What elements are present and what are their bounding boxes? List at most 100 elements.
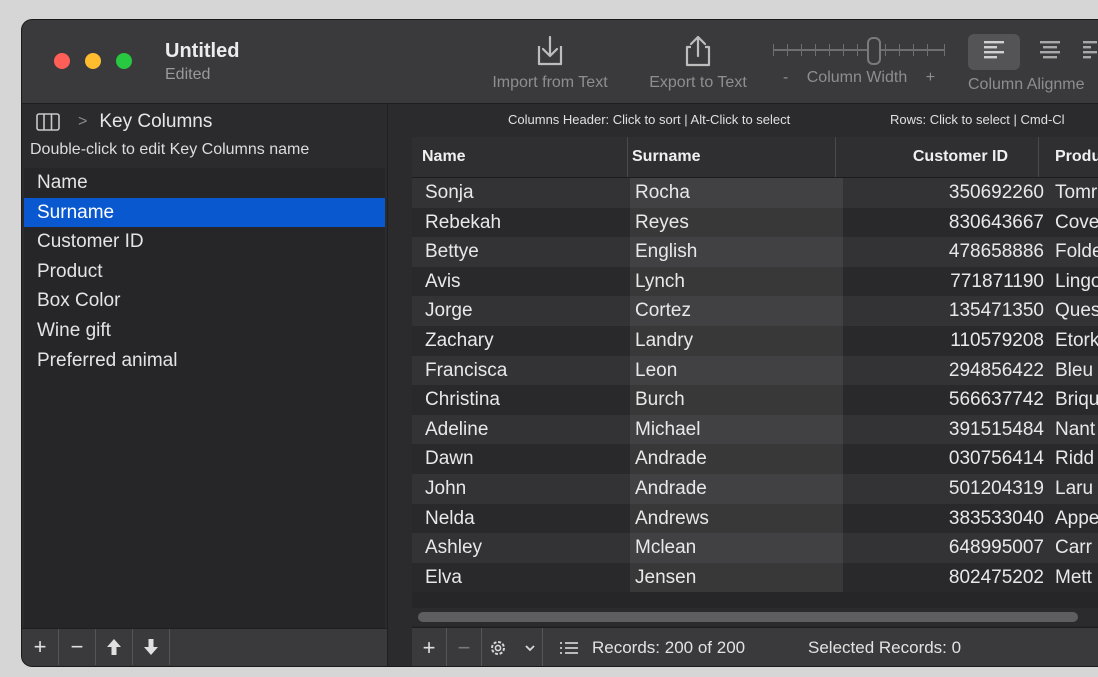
table-row[interactable]: Zachary Landry 110579208 Etork	[412, 325, 1098, 356]
cell-name: Bettye	[425, 241, 479, 263]
sidebar-hint: Double-click to edit Key Columns name	[30, 141, 310, 158]
cell-customer-id: 648995007	[948, 537, 1044, 559]
arrow-up-icon	[107, 639, 121, 655]
selected-records-count: Selected Records: 0	[808, 638, 962, 657]
table-row[interactable]: Christina Burch 566637742 Briqu	[412, 385, 1098, 415]
table-row[interactable]: Nelda Andrews 383533040 Appe	[412, 503, 1098, 534]
zoom-window-button[interactable]	[116, 53, 132, 69]
document-status: Edited	[165, 66, 211, 83]
table-row[interactable]: Sonja Rocha 350692260 Tomr	[412, 178, 1098, 208]
cell-product: Appe	[1055, 507, 1098, 529]
cell-name: John	[425, 477, 467, 499]
column-width-slider[interactable]	[773, 34, 945, 65]
add-record-button[interactable]: +	[412, 628, 447, 666]
table-row[interactable]: Ashley Mclean 648995007 Carr	[412, 533, 1098, 563]
key-column-item-selected[interactable]: Surname	[24, 197, 385, 228]
cell-name: Sonja	[425, 182, 474, 203]
gear-icon	[491, 640, 505, 655]
cell-product: Carr	[1055, 537, 1092, 559]
align-center-button[interactable]	[1024, 34, 1076, 70]
close-window-button[interactable]	[54, 53, 70, 69]
cell-customer-id: 383533040	[948, 507, 1044, 529]
minimize-window-button[interactable]	[85, 53, 101, 69]
cell-surname: Lynch	[630, 266, 843, 297]
key-column-item[interactable]: Name	[24, 168, 385, 198]
cell-surname: Rocha	[630, 178, 843, 208]
breadcrumb: > Key Columns	[36, 108, 212, 136]
cell-surname: Jensen	[630, 562, 843, 593]
cell-surname: English	[630, 237, 843, 267]
table-row[interactable]: Jorge Cortez 135471350 Ques	[412, 296, 1098, 326]
cell-customer-id: 294856422	[948, 359, 1044, 381]
cell-name: Elva	[425, 566, 462, 588]
cell-name: Dawn	[425, 448, 474, 470]
align-left-button[interactable]	[968, 34, 1020, 70]
horizontal-scrollbar[interactable]	[412, 608, 1098, 626]
table-row[interactable]: Rebekah Reyes 830643667 Cove	[412, 207, 1098, 238]
column-width-increase[interactable]: +	[926, 69, 935, 86]
cell-name: Ashley	[425, 537, 483, 559]
column-header-surname[interactable]: Surname	[630, 137, 836, 177]
align-right-button[interactable]	[1080, 34, 1098, 70]
column-header-name[interactable]: Name	[412, 137, 628, 177]
cell-surname: Leon	[630, 355, 843, 386]
cell-name: Francisca	[425, 359, 508, 381]
table-row[interactable]: Adeline Michael 391515484 Nant	[412, 414, 1098, 445]
export-label: Export to Text	[649, 74, 747, 91]
key-column-item[interactable]: Customer ID	[24, 227, 385, 257]
table-row[interactable]: John Andrade 501204319 Laru	[412, 473, 1098, 504]
cell-customer-id: 110579208	[950, 329, 1044, 351]
settings-menu-button[interactable]	[482, 628, 543, 666]
table-row[interactable]: Bettye English 478658886 Folde	[412, 237, 1098, 267]
cell-product: Cove	[1055, 211, 1098, 233]
cell-product: Tomr	[1055, 182, 1098, 203]
table-row[interactable]: Francisca Leon 294856422 Bleu	[412, 355, 1098, 386]
table-row[interactable]: Elva Jensen 802475202 Mett	[412, 562, 1098, 593]
export-icon	[685, 35, 711, 67]
remove-record-button[interactable]: −	[447, 628, 482, 666]
column-width-decrease[interactable]: -	[783, 69, 788, 86]
column-alignment-label: Column Alignme	[968, 76, 1085, 93]
cell-customer-id: 830643667	[948, 211, 1044, 233]
info-bar: Columns Header: Click to sort | Alt-Clic…	[388, 104, 1098, 136]
document-title: Untitled	[165, 40, 240, 62]
list-icon	[560, 642, 578, 654]
column-header-customer-id[interactable]: Customer ID	[838, 137, 1039, 177]
key-column-item[interactable]: Wine gift	[24, 316, 385, 346]
table-body: Sonja Rocha 350692260 Tomr Rebekah Reyes 83064…	[412, 178, 1098, 593]
columns-header-hint: Columns Header: Click to sort | Alt-Clic…	[508, 112, 791, 127]
cell-customer-id: 135471350	[948, 300, 1044, 322]
import-icon	[537, 35, 563, 66]
cell-product: Ques	[1055, 300, 1098, 322]
cell-name: Jorge	[425, 300, 473, 322]
key-column-item[interactable]: Preferred animal	[24, 346, 385, 376]
sidebar-footer: + −	[22, 628, 387, 666]
cell-surname: Landry	[630, 325, 843, 356]
cell-name: Christina	[425, 389, 500, 411]
key-column-item[interactable]: Box Color	[24, 286, 385, 316]
remove-key-column-button[interactable]: −	[59, 629, 96, 665]
cell-surname: Mclean	[630, 533, 843, 563]
column-width-control: - Column Width +	[770, 34, 948, 87]
scrollbar-thumb[interactable]	[418, 612, 1078, 622]
records-table: Name Surname Customer ID Produ Sonja Roch…	[412, 137, 1098, 628]
cell-surname: Burch	[630, 385, 843, 415]
export-to-text-button[interactable]: Export to Text	[640, 34, 756, 92]
slider-knob[interactable]	[867, 37, 881, 65]
import-from-text-button[interactable]: Import from Text	[482, 34, 618, 92]
move-down-button[interactable]	[133, 629, 170, 665]
move-up-button[interactable]	[96, 629, 133, 665]
column-header-product[interactable]: Produ	[1050, 137, 1098, 177]
table-row[interactable]: Avis Lynch 771871190 Lingo	[412, 266, 1098, 297]
table-row[interactable]: Dawn Andrade 030756414 Ridd	[412, 444, 1098, 474]
cell-surname: Andrade	[630, 444, 843, 474]
cell-name: Nelda	[425, 507, 475, 529]
key-column-item[interactable]: Product	[24, 257, 385, 287]
cell-customer-id: 771871190	[950, 270, 1044, 292]
cell-customer-id: 478658886	[948, 241, 1044, 263]
sidebar: > Key Columns Double-click to edit Key C…	[22, 104, 388, 666]
sidebar-toggle-icon[interactable]	[36, 113, 60, 131]
cell-name: Adeline	[425, 418, 489, 440]
cell-product: Mett	[1055, 566, 1092, 588]
add-key-column-button[interactable]: +	[22, 629, 59, 665]
